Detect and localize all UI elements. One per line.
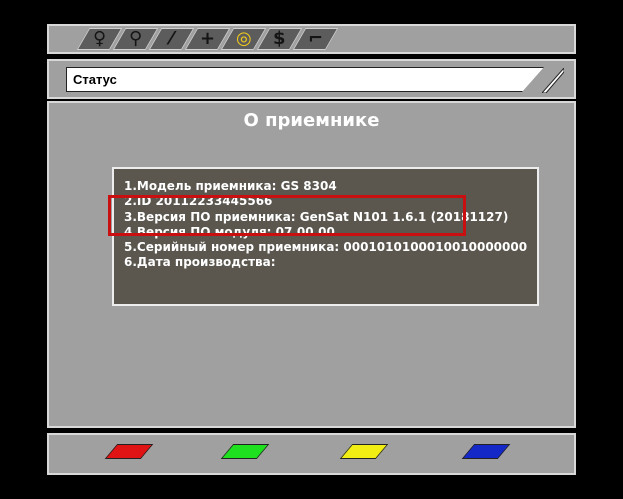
- status-label: Статус: [73, 72, 117, 87]
- brush-icon: ⁄: [169, 28, 173, 49]
- green-key-icon[interactable]: [220, 444, 270, 459]
- tab-bar: ♀ ⚲ ⁄ + ◎ $ ⌐: [47, 24, 576, 54]
- info-line-serial-number: 5.Серийный номер приемника: 000101010001…: [124, 240, 528, 255]
- main-panel: О приемнике 1.Модель приемника: GS 8304 …: [47, 101, 576, 428]
- color-key-bar: [47, 433, 576, 475]
- disc-icon: ◎: [235, 28, 252, 49]
- blue-key-icon[interactable]: [461, 444, 511, 459]
- plus-icon: +: [199, 28, 216, 49]
- status-bar: Статус: [47, 59, 576, 99]
- satellite-dish-icon: ⌐: [307, 28, 324, 49]
- status-bar-slant: [542, 68, 564, 93]
- magnifier-icon: ♀: [92, 28, 107, 49]
- wrench-icon: ⚲: [128, 28, 143, 49]
- highlight-box: [108, 195, 466, 236]
- dollar-icon: $: [273, 28, 286, 49]
- info-line-model: 1.Модель приемника: GS 8304: [124, 179, 337, 193]
- page-title: О приемнике: [243, 110, 380, 131]
- status-field: Статус: [66, 67, 544, 92]
- info-line-production-date: 6.Дата производства:: [124, 255, 276, 270]
- receiver-info-box: 1.Модель приемника: GS 8304 2.ID 2011223…: [112, 167, 539, 306]
- red-key-icon[interactable]: [104, 444, 154, 459]
- yellow-key-icon[interactable]: [339, 444, 389, 459]
